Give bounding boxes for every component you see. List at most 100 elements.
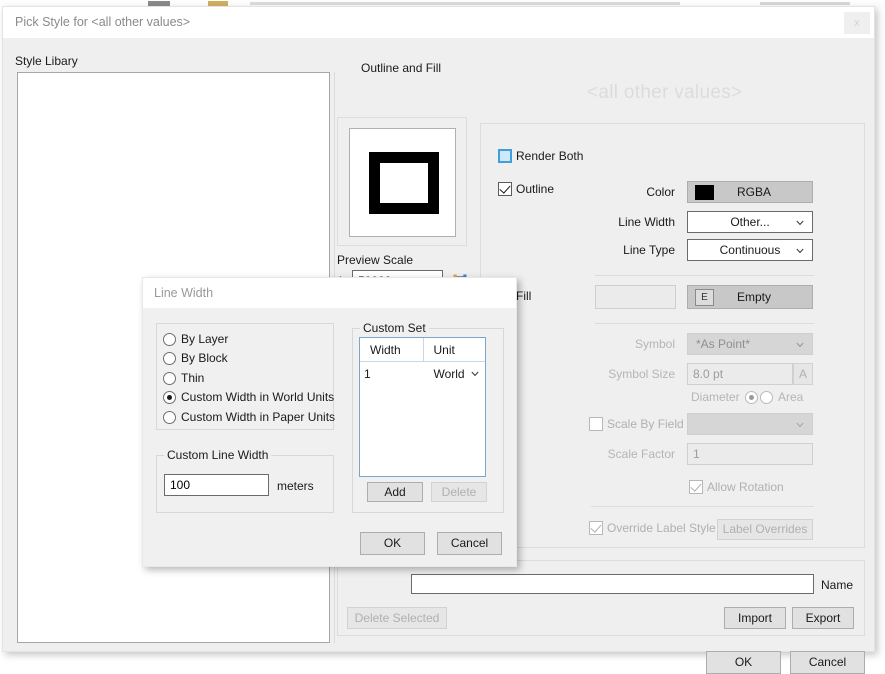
cell-unit-value: World	[433, 367, 465, 381]
render-both-label: Render Both	[516, 149, 584, 163]
option-thin[interactable]: Thin	[163, 371, 204, 385]
option-thin-label: Thin	[181, 371, 205, 385]
style-name-input[interactable]	[411, 574, 814, 594]
name-label: Name	[821, 578, 854, 592]
fill-label: Fill	[516, 289, 532, 303]
line-width-label: Line Width	[618, 215, 675, 229]
override-label-style-checkbox[interactable]: Override Label Style	[589, 521, 716, 535]
custom-line-width-input[interactable]: 100	[164, 474, 269, 496]
option-custom-paper-units-label: Custom Width in Paper Units	[181, 410, 336, 424]
line-type-value: Continuous	[719, 243, 781, 257]
symbol-label: Symbol	[634, 337, 675, 351]
diameter-radio-dot	[744, 390, 758, 404]
column-header-unit: Unit	[433, 342, 455, 357]
symbol-size-units-button[interactable]: A	[793, 363, 813, 385]
fill-empty-label: Empty	[736, 290, 771, 304]
label-style-separator	[591, 506, 814, 507]
outline-label: Outline	[516, 182, 555, 196]
option-custom-world-units-dot	[163, 390, 176, 404]
add-button[interactable]: Add	[367, 482, 423, 502]
area-label: Area	[778, 390, 804, 404]
scale-by-field-combo[interactable]	[687, 413, 813, 435]
column-header-width: Width	[360, 338, 424, 361]
allow-rotation-checkbox[interactable]: Allow Rotation	[689, 480, 784, 494]
option-custom-paper-units-dot	[163, 410, 176, 424]
option-by-block-label: By Block	[181, 351, 228, 365]
color-rgba-button[interactable]: RGBA	[687, 181, 813, 203]
fill-empty-badge: E	[695, 288, 714, 306]
chevron-down-icon	[796, 422, 804, 428]
symbol-size-input[interactable]: 8.0 pt	[687, 363, 793, 385]
line-type-combo[interactable]: Continuous	[687, 239, 813, 261]
delete-button[interactable]: Delete	[431, 482, 487, 502]
override-label-style-checkbox-box	[589, 521, 603, 535]
cell-width: 1	[364, 367, 371, 381]
scale-by-field-checkbox-box	[589, 417, 603, 431]
delete-selected-button[interactable]: Delete Selected	[347, 607, 447, 629]
option-custom-paper-units[interactable]: Custom Width in Paper Units	[163, 410, 335, 424]
option-by-block-dot	[163, 351, 176, 365]
chevron-down-icon	[796, 220, 804, 226]
custom-set-table[interactable]: Width Unit 1 World	[359, 337, 486, 477]
color-button-label: RGBA	[736, 185, 771, 199]
label-overrides-button[interactable]: Label Overrides	[717, 519, 813, 540]
chevron-down-icon	[796, 248, 804, 254]
dialog-title: Pick Style for <all other values>	[15, 15, 191, 29]
line-type-label: Line Type	[623, 243, 675, 257]
render-both-checkbox-box	[498, 149, 512, 163]
line-width-titlebar: Line Width	[143, 278, 516, 308]
chevron-down-icon	[796, 342, 804, 348]
option-thin-dot	[163, 371, 176, 385]
allow-rotation-checkbox-box	[689, 480, 703, 494]
symbol-size-label: Symbol Size	[608, 367, 675, 381]
cell-unit[interactable]: World	[423, 362, 485, 386]
table-row[interactable]: 1 World	[360, 362, 485, 386]
line-width-ok-button[interactable]: OK	[360, 532, 425, 555]
option-custom-world-units-label: Custom Width in World Units	[181, 390, 335, 404]
ok-button[interactable]: OK	[706, 651, 781, 674]
custom-line-width-group-title: Custom Line Width	[164, 448, 272, 462]
chevron-down-icon	[471, 371, 479, 377]
option-by-layer-dot	[163, 332, 176, 346]
style-library-label: Style Libary	[15, 54, 78, 68]
preview-group	[337, 117, 467, 246]
export-button[interactable]: Export	[792, 607, 854, 629]
scale-factor-label: Scale Factor	[607, 447, 675, 461]
option-custom-world-units[interactable]: Custom Width in World Units	[163, 390, 334, 404]
option-by-block[interactable]: By Block	[163, 351, 228, 365]
option-by-layer-label: By Layer	[181, 332, 229, 346]
fill-pattern-preview	[595, 285, 676, 309]
bg-glyph-4	[760, 2, 850, 5]
bg-glyph-3	[250, 2, 680, 5]
close-icon[interactable]: x	[844, 12, 870, 34]
custom-set-table-header: Width Unit	[360, 338, 485, 362]
scale-by-field-checkbox[interactable]: Scale By Field	[589, 417, 684, 431]
custom-set-group-title: Custom Set	[360, 321, 429, 335]
line-width-combo[interactable]: Other...	[687, 211, 813, 233]
style-preview-canvas	[349, 128, 456, 237]
symbol-combo[interactable]: *As Point*	[687, 333, 813, 355]
outline-fill-separator	[595, 275, 814, 276]
import-button[interactable]: Import	[724, 607, 786, 629]
color-label: Color	[646, 185, 675, 199]
line-width-value: Other...	[730, 215, 770, 229]
custom-line-width-unit-label: meters	[277, 479, 314, 493]
preview-scale-label: Preview Scale	[337, 253, 414, 267]
color-swatch	[695, 184, 714, 200]
option-by-layer[interactable]: By Layer	[163, 332, 228, 346]
fill-symbol-separator	[595, 323, 814, 324]
area-radio-dot	[760, 390, 773, 404]
outline-and-fill-label: Outline and Fill	[361, 61, 442, 75]
dialog-titlebar: Pick Style for <all other values> x	[3, 7, 874, 38]
scale-by-field-label: Scale By Field	[607, 417, 684, 431]
override-label-style-label: Override Label Style	[607, 521, 716, 535]
cancel-button[interactable]: Cancel	[790, 651, 865, 674]
line-width-cancel-button[interactable]: Cancel	[437, 532, 502, 555]
render-both-checkbox[interactable]: Render Both	[498, 149, 583, 163]
line-width-dialog-title: Line Width	[154, 286, 214, 300]
fill-empty-button[interactable]: E Empty	[687, 285, 813, 309]
area-radio[interactable]: Area	[760, 390, 803, 404]
scale-factor-input[interactable]: 1	[687, 443, 813, 465]
outline-checkbox[interactable]: Outline	[498, 182, 554, 196]
diameter-radio[interactable]: Diameter	[691, 390, 763, 404]
